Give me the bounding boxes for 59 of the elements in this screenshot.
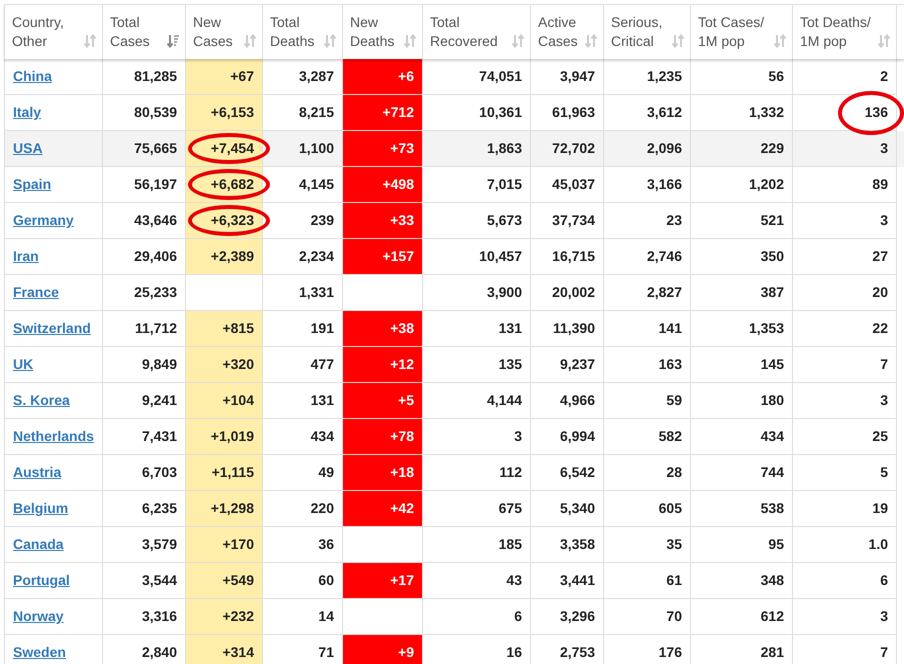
country-link[interactable]: China [13, 68, 52, 84]
table-cell: +170 [185, 527, 262, 563]
table-cell: +33 [342, 203, 422, 239]
sort-icon[interactable] [585, 34, 597, 48]
table-cell: +815 [185, 311, 262, 347]
table-cell: +314 [185, 635, 262, 664]
table-cell: +78 [342, 419, 422, 455]
table-cell: +1,298 [185, 491, 262, 527]
table-cell: +17 [342, 563, 422, 599]
table-cell: +5 [342, 383, 422, 419]
table-cell: +73 [342, 131, 422, 167]
country-link[interactable]: Austria [13, 464, 62, 480]
sort-icon[interactable] [672, 34, 684, 48]
country-link[interactable]: Iran [13, 248, 39, 264]
country-link[interactable]: Netherlands [13, 428, 94, 444]
table-cell: +12 [342, 347, 422, 383]
sort-icon[interactable] [324, 34, 336, 48]
sort-icon[interactable] [167, 34, 179, 48]
country-link[interactable]: France [13, 284, 59, 300]
sort-icon[interactable] [244, 34, 256, 48]
country-link[interactable]: UK [13, 356, 34, 372]
table-cell: +9 [342, 635, 422, 664]
table-cell: +18 [342, 455, 422, 491]
table-cell: +1,019 [185, 419, 262, 455]
table-cell: +42 [342, 491, 422, 527]
table-cell: +549 [185, 563, 262, 599]
country-link[interactable]: Germany [13, 212, 74, 228]
table-cell: +232 [185, 599, 262, 635]
country-link[interactable]: Italy [13, 104, 42, 120]
table-cell: +2,389 [185, 239, 262, 275]
sort-icon[interactable] [878, 34, 890, 48]
country-link[interactable]: Spain [13, 176, 52, 192]
table-cell: 2,753 [530, 635, 603, 664]
table-cell: +6,153 [185, 95, 262, 131]
country-link[interactable]: Portugal [13, 572, 70, 588]
table-cell: +1,115 [185, 455, 262, 491]
country-link[interactable]: Sweden [13, 644, 66, 660]
table-cell: +6 [342, 59, 422, 95]
table-cell: +38 [342, 311, 422, 347]
country-link[interactable]: Switzerland [13, 320, 91, 336]
sort-icon[interactable] [84, 34, 96, 48]
sort-icon[interactable] [512, 34, 524, 48]
table-cell: +498 [342, 167, 422, 203]
table-cell: 176 [603, 635, 690, 664]
table-cell: 16 [422, 635, 530, 664]
table-cell: 7 [792, 635, 897, 664]
country-link[interactable]: Norway [13, 608, 64, 624]
table-cell: +104 [185, 383, 262, 419]
table-cell: +712 [342, 95, 422, 131]
table-cell: 281 [690, 635, 792, 664]
table-cell: +320 [185, 347, 262, 383]
sort-icon[interactable] [774, 34, 786, 48]
sort-icon[interactable] [404, 34, 416, 48]
country-link[interactable]: Belgium [13, 500, 68, 516]
table-cell: +157 [342, 239, 422, 275]
country-link[interactable]: S. Korea [13, 392, 70, 408]
country-link[interactable]: USA [13, 140, 43, 156]
table-cell: +67 [185, 59, 262, 95]
country-link[interactable]: Canada [13, 536, 64, 552]
